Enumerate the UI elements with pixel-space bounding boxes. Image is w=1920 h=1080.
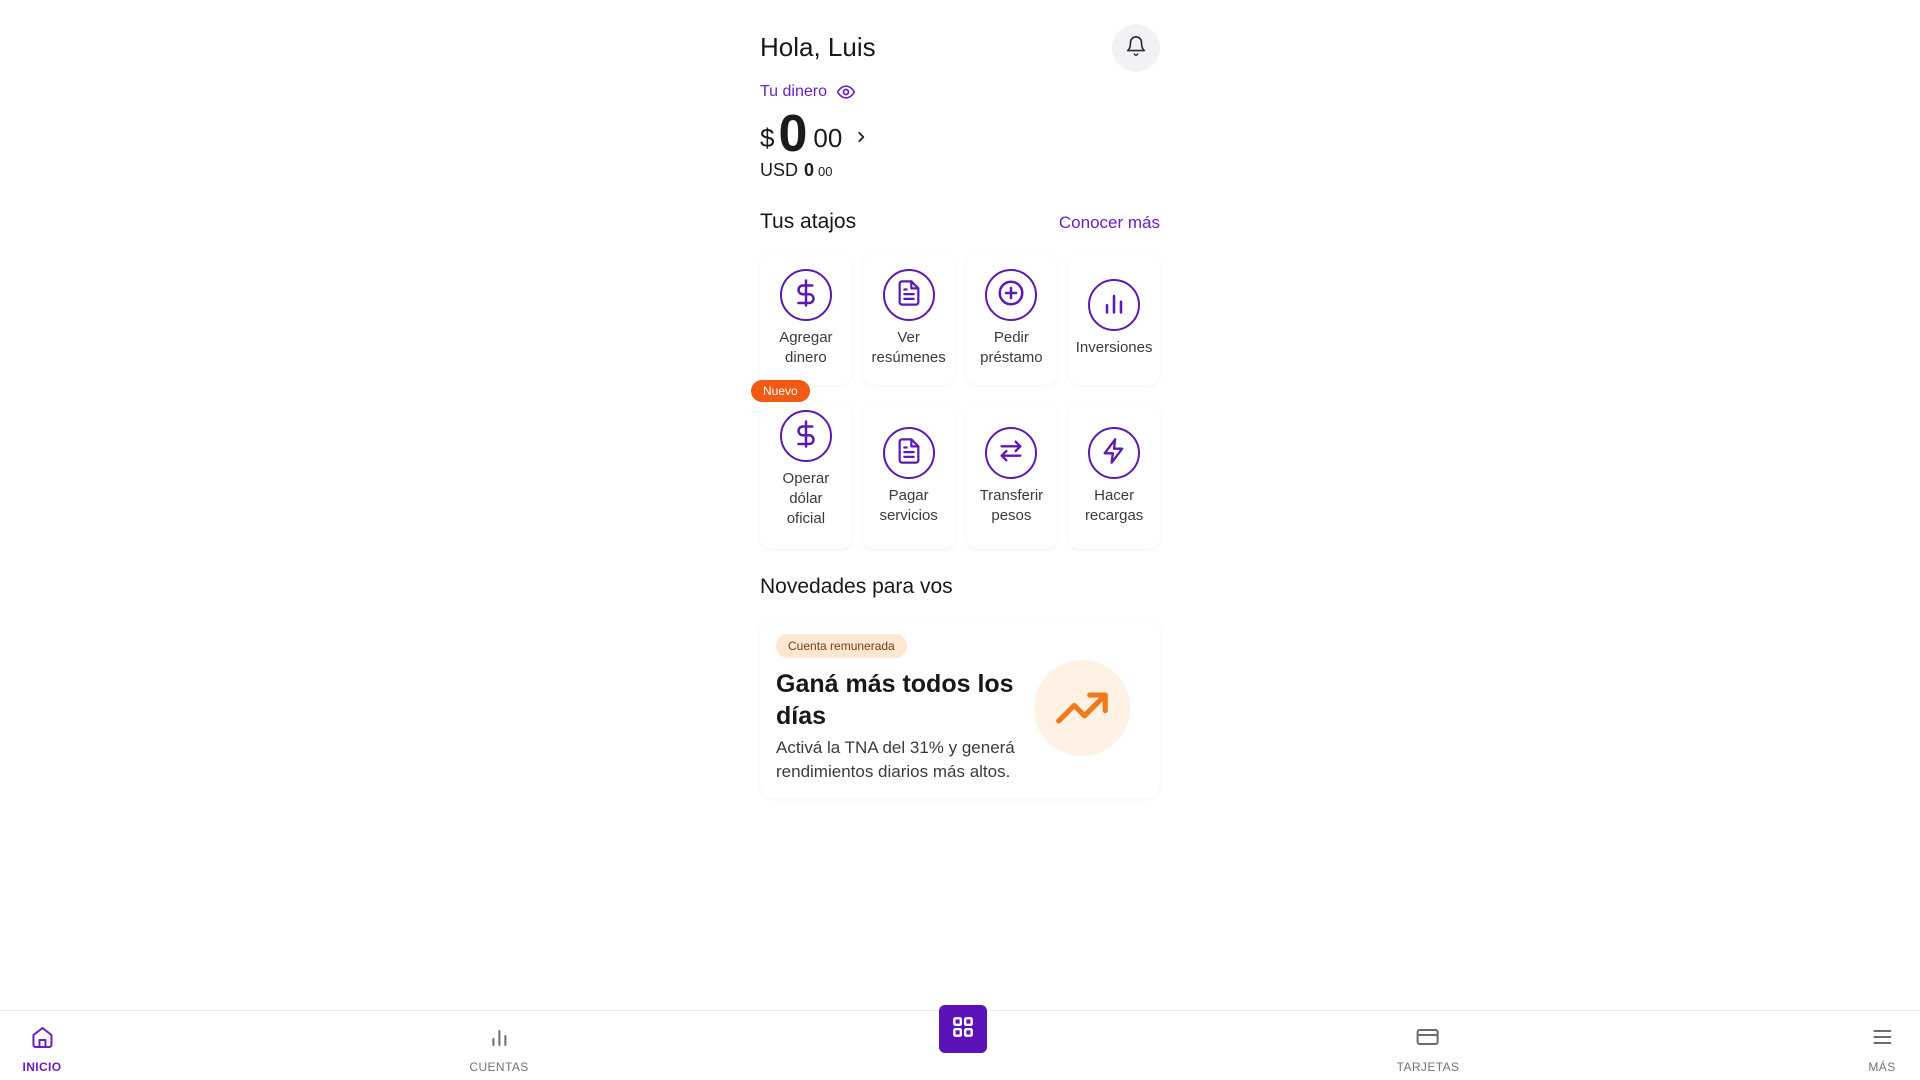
nav-tarjetas[interactable]: TARJETAS [1397, 1025, 1460, 1074]
money-label-text: Tu dinero [760, 83, 827, 100]
shortcut-inversiones[interactable]: Inversiones [1068, 253, 1160, 385]
notifications-button[interactable] [1112, 24, 1160, 72]
shortcut-pedir-prestamo[interactable]: Pedir préstamo [965, 253, 1058, 385]
bar-chart-icon [1100, 289, 1128, 322]
shortcut-label: Operar dólar oficial [782, 470, 830, 527]
shortcut-agregar-dinero[interactable]: Agregar dinero [760, 253, 852, 385]
home-icon [30, 1025, 54, 1054]
bell-icon [1125, 35, 1147, 62]
chevron-right-icon [854, 130, 868, 144]
usd-label: USD [760, 160, 799, 180]
dollar-icon [791, 419, 821, 454]
nav-mas[interactable]: MÁS [1868, 1025, 1895, 1074]
nav-cuentas[interactable]: CUENTAS [469, 1025, 528, 1074]
credit-card-icon [1415, 1025, 1441, 1054]
shortcut-transferir-pesos[interactable]: Transferir pesos [965, 403, 1058, 549]
nav-label-inicio: INICIO [22, 1060, 62, 1074]
shortcut-label: Hacer recargas [1084, 487, 1144, 524]
document-icon [895, 279, 923, 312]
nav-label-mas: MÁS [1868, 1060, 1896, 1074]
currency-symbol: $ [760, 123, 775, 153]
shortcut-label: Inversiones [1075, 339, 1153, 356]
shortcut-label: Pagar servicios [879, 487, 938, 524]
shortcut-label: Agregar dinero [779, 329, 833, 366]
grid-icon [950, 1014, 976, 1045]
shortcut-pagar-servicios[interactable]: Pagar servicios [862, 403, 955, 549]
new-badge: Nuevo [751, 380, 810, 402]
shortcut-label: Ver resúmenes [871, 329, 946, 366]
balance-integer: 0 [778, 105, 808, 163]
usd-decimals: 00 [818, 164, 833, 179]
bottom-navigation: INICIO CUENTAS TARJETAS MÁS [0, 1005, 1920, 1080]
promo-title: Ganá más todos los días [776, 670, 1014, 730]
promo-description: Activá la TNA del 31% y generá rendimien… [776, 738, 1015, 781]
shortcut-operar-dolar-oficial[interactable]: Nuevo Operar dólar oficial [751, 380, 852, 549]
nav-label-tarjetas: TARJETAS [1396, 1060, 1460, 1074]
balance-amount[interactable]: $ 0 00 [760, 104, 868, 160]
eye-icon[interactable] [836, 82, 856, 102]
news-title: Novedades para vos [760, 575, 953, 598]
shortcuts-row-1: Agregar dinero Ver resúmenes Pedir préstamo… [760, 253, 1160, 385]
greeting: Hola, Luis [760, 32, 876, 62]
learn-more-link[interactable]: Conocer más [1059, 213, 1160, 233]
shortcut-hacer-recargas[interactable]: Hacer recargas [1068, 403, 1160, 549]
shortcut-label: Transferir pesos [979, 487, 1044, 524]
bar-chart-icon [487, 1025, 511, 1054]
dollar-icon [791, 278, 821, 313]
promo-card[interactable]: Cuenta remunerada Ganá más todos los día… [760, 618, 1160, 798]
usd-balance: USD 0 00 [760, 160, 833, 181]
transfer-icon [997, 437, 1025, 470]
promo-tag: Cuenta remunerada [776, 634, 907, 658]
shortcuts-row-2: Nuevo Operar dólar oficial Pagar servicios … [751, 380, 1160, 549]
lightning-icon [1100, 437, 1128, 470]
shortcut-label: Pedir préstamo [980, 329, 1043, 366]
usd-integer: 0 [804, 160, 815, 180]
trending-up-icon [1034, 660, 1130, 756]
plus-circle-icon [996, 278, 1026, 313]
shortcut-ver-resumenes[interactable]: Ver resúmenes [862, 253, 955, 385]
shortcuts-menu-button[interactable] [939, 1005, 987, 1053]
menu-icon [1870, 1025, 1894, 1054]
shortcuts-title: Tus atajos [760, 210, 857, 233]
header: Hola, Luis [760, 24, 1160, 72]
nav-label-cuentas: CUENTAS [469, 1060, 529, 1074]
money-label: Tu dinero [760, 82, 856, 102]
balance-decimals: 00 [813, 123, 843, 153]
document-icon [895, 437, 923, 470]
nav-inicio[interactable]: INICIO [22, 1025, 61, 1074]
